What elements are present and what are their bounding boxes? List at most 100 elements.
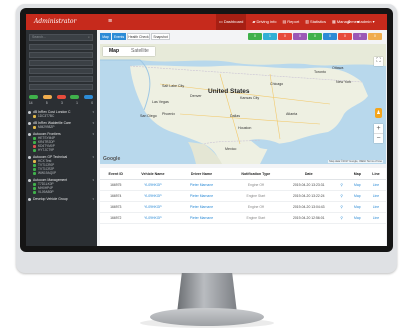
menu-toggle-icon[interactable]: ≡: [108, 18, 112, 26]
map-terms[interactable]: Map data ©2017 Google, INEGI Terms of Us…: [328, 160, 383, 163]
status-filter-button[interactable]: 0: [308, 33, 322, 40]
column-header[interactable]: Vehicle Name: [131, 168, 175, 180]
zoom-control: + −: [374, 124, 383, 143]
map-link[interactable]: Map: [348, 190, 366, 202]
map-link[interactable]: Map: [348, 179, 366, 191]
nav-driving-info[interactable]: ▰ Driving info: [252, 14, 276, 30]
line-link[interactable]: Line: [365, 179, 386, 191]
sidebar: Search... ⌕ 14 5 3 1 0 dB InRev Cost Lon…: [26, 30, 97, 246]
fullscreen-icon[interactable]: ⛶: [374, 57, 383, 66]
chevron-down-icon[interactable]: ▾: [92, 110, 94, 114]
events-button[interactable]: Events: [112, 33, 126, 40]
column-header[interactable]: Driver Name: [174, 168, 229, 180]
filter-field[interactable]: [29, 60, 93, 66]
vehicle-item[interactable]: HYTJCT9P: [28, 148, 94, 152]
vehicle-name-link[interactable]: YL09HKGP: [131, 179, 175, 191]
status-filter-button[interactable]: 0: [368, 33, 382, 40]
table-row[interactable]: 166972 YL09HKGP Pieter Marnane Engine Start…: [100, 212, 386, 224]
map-view-button[interactable]: Map: [100, 33, 111, 40]
chevron-down-icon[interactable]: ▾: [92, 178, 94, 182]
map-label-city: San Diego: [140, 114, 157, 118]
column-header[interactable]: Map: [348, 168, 366, 180]
street-view-pegman-icon[interactable]: ♟: [375, 108, 382, 118]
user-menu[interactable]: ● admin ▾: [357, 14, 375, 30]
status-filter-button[interactable]: 0: [293, 33, 307, 40]
vehicle-item[interactable]: MM2998ZP: [28, 125, 94, 129]
top-bar: Administrator ≡ ▭ Dashboard ▰ Driving info…: [26, 14, 387, 30]
vehicle-name-link[interactable]: YL09HKGP: [131, 201, 175, 213]
status-chip[interactable]: [84, 95, 93, 99]
vehicle-item[interactable]: WW19AQ0P: [28, 171, 94, 175]
column-header[interactable]: Notification Type: [228, 168, 283, 180]
vehicle-group: Autocom Frontiers ▾ HETSYM4P KR4TR2DP KD4TYM…: [28, 132, 94, 152]
status-filter-button[interactable]: 0: [338, 33, 352, 40]
chevron-down-icon[interactable]: ▾: [92, 155, 94, 159]
search-input[interactable]: Search... ⌕: [29, 34, 93, 41]
tab-satellite[interactable]: Satellite: [125, 47, 155, 56]
location-pin-icon[interactable]: ⚲: [334, 190, 349, 202]
status-filter-button[interactable]: 1: [263, 33, 277, 40]
map-panel[interactable]: Map Satellite ⛶ United States Mexico Sal…: [100, 44, 386, 164]
search-icon[interactable]: ⌕: [88, 35, 90, 40]
map-label-city: Toronto: [314, 70, 326, 74]
status-filter-button[interactable]: 0: [278, 33, 292, 40]
vehicle-name-link[interactable]: YL09HKGP: [131, 190, 175, 202]
chevron-down-icon[interactable]: ▾: [92, 197, 94, 201]
vehicle-group: dB InRev Cost London C ▾ 1DC3T7BC: [28, 110, 94, 118]
line-link[interactable]: Line: [365, 212, 386, 224]
location-pin-icon[interactable]: ⚲: [334, 179, 349, 191]
filter-field[interactable]: [29, 52, 93, 58]
table-row[interactable]: 166974 YL09HKGP Pieter Marnane Engine Start…: [100, 190, 386, 202]
line-link[interactable]: Line: [365, 201, 386, 213]
notification-type-cell: Engine Start: [228, 212, 283, 224]
driver-name-link[interactable]: Pieter Marnane: [174, 179, 229, 191]
bell-icon[interactable]: ♫: [347, 14, 351, 30]
zoom-out-button[interactable]: −: [374, 133, 383, 143]
status-filter-button[interactable]: 0: [353, 33, 367, 40]
location-pin-icon[interactable]: ⚲: [334, 212, 349, 224]
vehicle-item[interactable]: VL09AB0P: [28, 190, 94, 194]
group-icon: [28, 155, 31, 159]
location-pin-icon[interactable]: ⚲: [334, 201, 349, 213]
status-chip[interactable]: [70, 95, 80, 99]
status-chip[interactable]: [29, 95, 38, 99]
chevron-down-icon[interactable]: ▾: [92, 121, 94, 125]
nav-dashboard[interactable]: ▭ Dashboard: [216, 14, 247, 30]
vehicle-status-icon: [33, 163, 36, 167]
vehicle-group-header[interactable]: Develop Vehicle Group ▾: [28, 197, 94, 201]
tab-map[interactable]: Map: [103, 47, 125, 56]
vehicle-name-link[interactable]: YL09HKGP: [131, 212, 175, 224]
status-chip[interactable]: [42, 95, 52, 99]
table-row[interactable]: 166973 YL09HKGP Pieter Marnane Engine Off 20…: [100, 201, 386, 213]
map-link[interactable]: Map: [348, 201, 366, 213]
status-filter-button[interactable]: 0: [323, 33, 337, 40]
column-header[interactable]: Event ID: [100, 168, 132, 180]
driver-name-link[interactable]: Pieter Marnane: [174, 212, 229, 224]
vehicle-item[interactable]: 1DC3T7BC: [28, 114, 94, 118]
nav-statistics[interactable]: ▥ Statistics: [305, 14, 326, 30]
driver-name-link[interactable]: Pieter Marnane: [174, 201, 229, 213]
column-header[interactable]: Line: [365, 168, 386, 180]
chevron-down-icon[interactable]: ▾: [92, 132, 94, 136]
column-header[interactable]: Date: [283, 168, 335, 180]
filter-field[interactable]: [29, 68, 93, 74]
health-check-button[interactable]: Health Check: [127, 33, 150, 40]
line-link[interactable]: Line: [365, 190, 386, 202]
filter-field[interactable]: [29, 44, 93, 50]
status-filter-button[interactable]: 0: [248, 33, 262, 40]
map-link[interactable]: Map: [348, 212, 366, 224]
map-label-city: Chicago: [270, 82, 284, 86]
table-row[interactable]: 166975 YL09HKGP Pieter Marnane Engine Off 20…: [100, 179, 386, 191]
filter-field[interactable]: [29, 84, 93, 90]
filter-field[interactable]: [29, 76, 93, 82]
status-chip[interactable]: [56, 95, 66, 99]
driver-name-link[interactable]: Pieter Marnane: [174, 190, 229, 202]
brand-logo[interactable]: Administrator: [26, 14, 97, 30]
status-count: 3: [60, 101, 63, 105]
nav-report[interactable]: ▤ Report: [282, 14, 299, 30]
vehicle-label: HYTJCT9P: [38, 148, 55, 152]
status-count: 0: [91, 101, 93, 105]
zoom-in-button[interactable]: +: [374, 124, 383, 133]
snapshot-button[interactable]: Snapshot: [151, 33, 170, 40]
map-canvas: [100, 44, 386, 164]
